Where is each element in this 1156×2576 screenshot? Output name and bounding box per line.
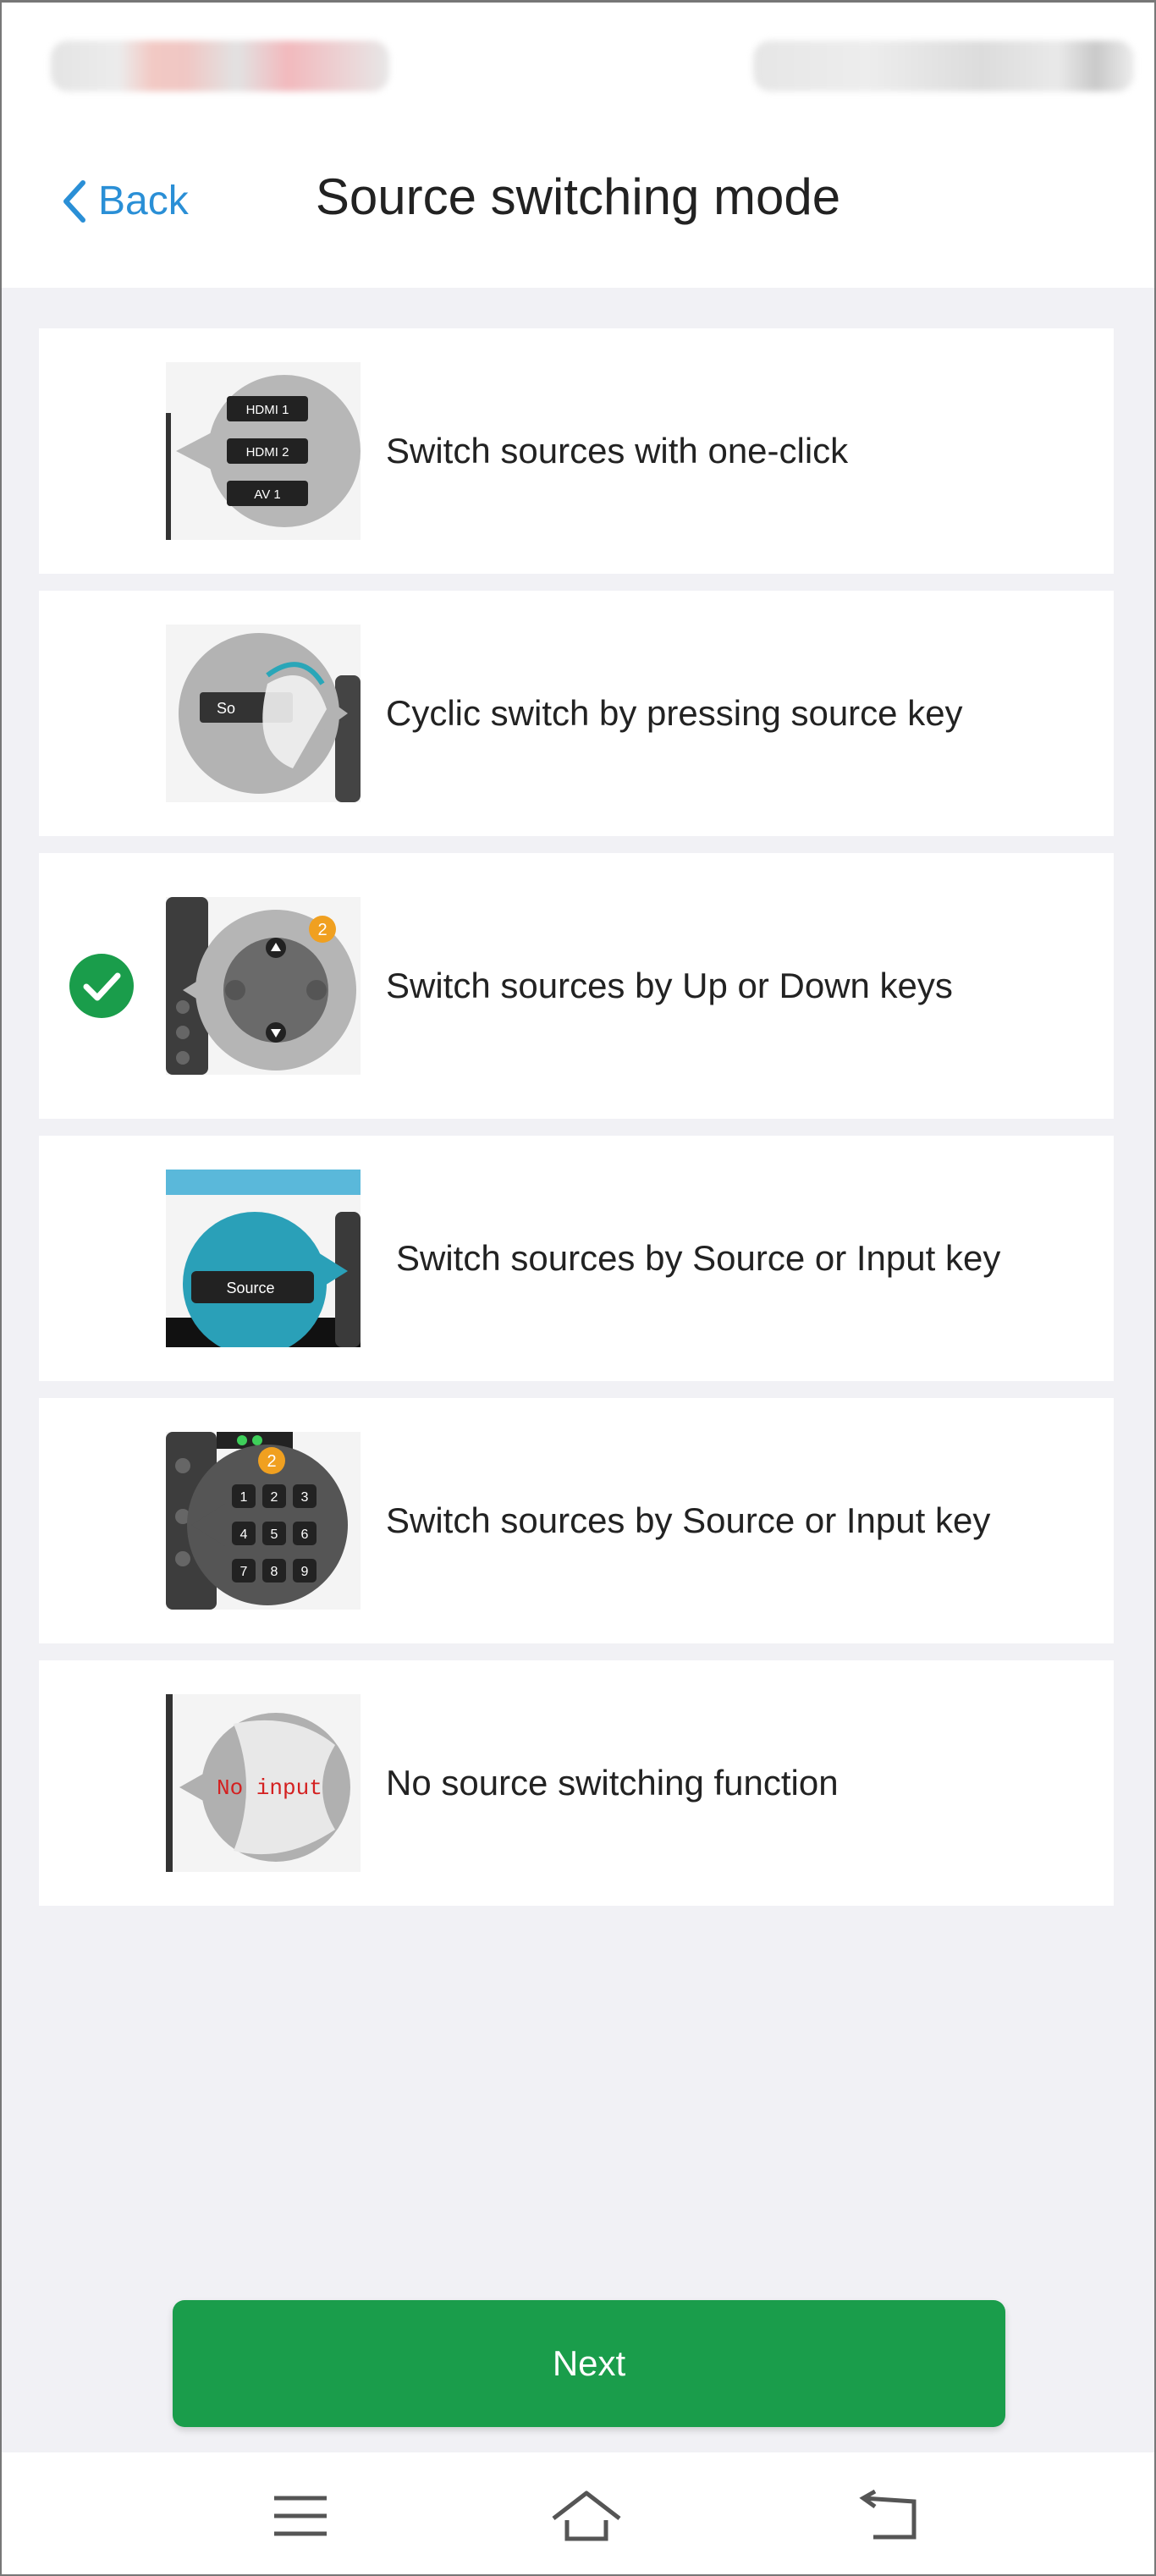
system-nav-bar — [0, 2452, 1156, 2576]
option-no-switching[interactable]: No input No source switching function — [39, 1660, 1114, 1906]
option-label: No source switching function — [386, 1763, 839, 1803]
option-label: Switch sources with one-click — [386, 431, 849, 471]
check-circle-icon — [69, 954, 134, 1018]
number-key-label: 7 — [240, 1565, 248, 1579]
status-left-blurred — [51, 41, 389, 91]
no-input-thumbnail: No input — [166, 1694, 361, 1872]
thumb-no-input: No input — [217, 1775, 322, 1801]
number-key-label: 6 — [301, 1527, 309, 1542]
thumb-source-text: So — [217, 700, 235, 717]
up-down-thumbnail: 2 — [166, 897, 361, 1075]
option-source-input-b[interactable]: 2 1 2 3 4 5 6 7 8 9 Switch sources by Source or … — [39, 1398, 1114, 1643]
number-key-label: 4 — [240, 1527, 248, 1542]
status-right-blurred — [753, 41, 1134, 91]
number-key-label: 3 — [301, 1490, 309, 1505]
number-key-label: 5 — [271, 1527, 278, 1542]
number-key-label: 9 — [301, 1565, 309, 1579]
thumb-badge: 2 — [317, 921, 327, 939]
number-keys-thumbnail: 2 1 2 3 4 5 6 7 8 9 — [166, 1432, 361, 1610]
number-key-label: 8 — [271, 1565, 278, 1579]
thumb-badge: 2 — [267, 1452, 276, 1471]
thumb-av1: AV 1 — [254, 487, 280, 502]
home-icon[interactable] — [548, 2486, 625, 2546]
thumb-hdmi2: HDMI 2 — [246, 445, 289, 460]
menu-icon[interactable] — [262, 2486, 339, 2546]
back-arrow-icon[interactable] — [855, 2486, 931, 2546]
status-bar — [0, 0, 1156, 127]
number-key-label: 2 — [271, 1490, 278, 1505]
option-one-click[interactable]: HDMI 1 HDMI 2 AV 1 Switch sources with o… — [39, 328, 1114, 574]
page-title: Source switching mode — [315, 168, 841, 225]
source-input-thumbnail: Source — [166, 1170, 361, 1347]
option-source-input-a[interactable]: Source Switch sources by Source or Input… — [39, 1136, 1114, 1381]
option-up-down[interactable]: 2 Switch sources by Up or Down keys — [39, 853, 1114, 1119]
option-label: Cyclic switch by pressing source key — [386, 693, 963, 733]
one-click-thumbnail: HDMI 1 HDMI 2 AV 1 — [166, 362, 361, 540]
option-cyclic-source[interactable]: So Cyclic switch by pressing source key — [39, 591, 1114, 836]
thumb-hdmi1: HDMI 1 — [246, 403, 289, 417]
header: Back Source switching mode — [0, 127, 1156, 288]
next-button[interactable]: Next — [173, 2300, 1005, 2427]
thumb-source-button: Source — [226, 1280, 274, 1296]
option-label: Switch sources by Source or Input key — [396, 1238, 1001, 1278]
option-label: Switch sources by Source or Input key — [386, 1500, 991, 1540]
cyclic-source-thumbnail: So — [166, 625, 361, 802]
option-list: HDMI 1 HDMI 2 AV 1 Switch sources with o… — [39, 328, 1114, 1923]
option-label: Switch sources by Up or Down keys — [386, 966, 953, 1005]
number-key-label: 1 — [240, 1490, 248, 1505]
